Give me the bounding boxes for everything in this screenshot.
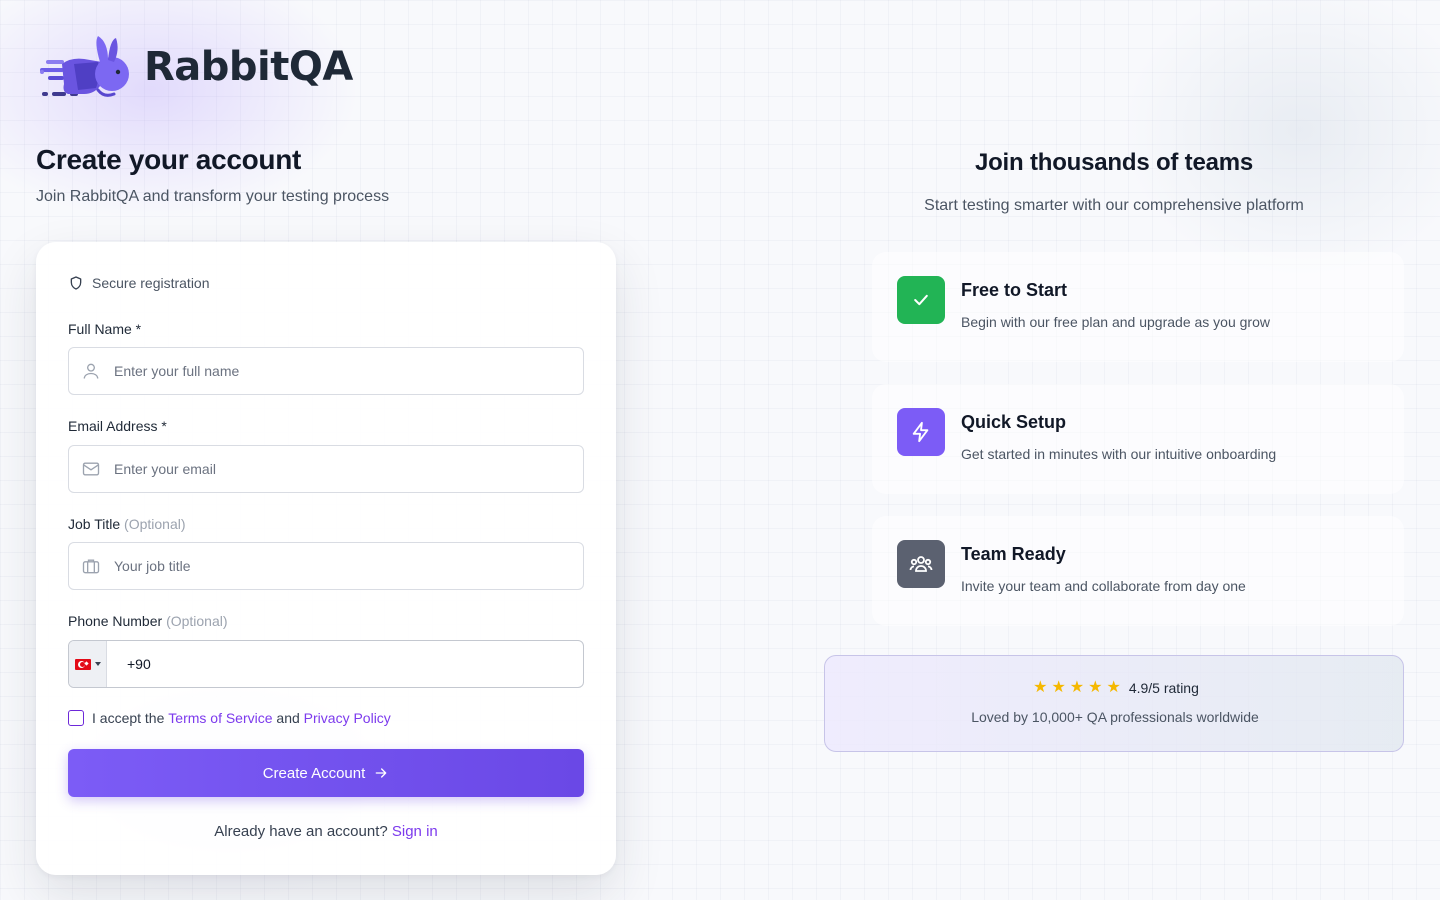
page-title: Create your account	[36, 144, 302, 175]
chevron-down-icon	[94, 662, 101, 666]
full-name-input[interactable]	[114, 363, 554, 379]
job-title-input[interactable]	[114, 558, 554, 574]
job-title-label-text: Job Title	[68, 516, 121, 532]
star-rating: ★ ★ ★ ★ ★	[1031, 680, 1123, 696]
brand-name: RabbitQA	[144, 44, 353, 90]
page-subtitle: Join RabbitQA and transform your testing…	[36, 188, 390, 205]
phone-field[interactable]	[68, 640, 584, 688]
rating-subtitle: Loved by 10,000+ QA professionals worldw…	[971, 709, 1259, 725]
sign-in-link[interactable]: Sign in	[392, 823, 438, 840]
secure-registration-badge: Secure registration	[68, 275, 210, 291]
feature-description: Invite your team and collaborate from da…	[961, 578, 1246, 594]
user-icon	[81, 361, 101, 381]
feature-card: Free to Start Begin with our free plan a…	[872, 252, 1404, 362]
team-icon	[897, 540, 945, 588]
job-title-field[interactable]	[68, 542, 584, 590]
country-selector[interactable]	[69, 641, 107, 687]
star-icon: ★	[1106, 679, 1121, 696]
mail-icon	[81, 459, 101, 479]
email-input[interactable]	[114, 461, 554, 477]
feature-description: Begin with our free plan and upgrade as …	[961, 314, 1270, 330]
arrow-right-icon	[373, 765, 389, 781]
terms-of-service-link[interactable]: Terms of Service	[168, 710, 272, 726]
signin-prompt: Already have an account?	[214, 823, 388, 840]
background-glow	[1120, 0, 1440, 280]
email-field[interactable]	[68, 445, 584, 493]
create-account-label: Create Account	[262, 764, 366, 782]
right-panel-title: Join thousands of teams	[974, 149, 1254, 176]
check-icon	[897, 276, 945, 324]
signin-row: Already have an account? Sign in	[36, 823, 616, 840]
rabbit-logo-icon	[40, 36, 129, 97]
brand-logo[interactable]: RabbitQA	[38, 34, 353, 100]
create-account-button[interactable]: Create Account	[68, 749, 584, 797]
full-name-field[interactable]	[68, 347, 584, 395]
phone-label: Phone Number (Optional)	[68, 613, 228, 629]
registration-card: Secure registration Full Name * Email Ad…	[36, 242, 616, 875]
email-label: Email Address *	[68, 418, 167, 434]
feature-card: Quick Setup Get started in minutes with …	[872, 384, 1404, 494]
privacy-policy-link[interactable]: Privacy Policy	[304, 710, 391, 726]
star-icon: ★	[1088, 679, 1103, 696]
phone-label-text: Phone Number	[68, 613, 163, 629]
terms-checkbox[interactable]	[68, 710, 84, 726]
full-name-label: Full Name *	[68, 321, 142, 337]
rating-card: ★ ★ ★ ★ ★ 4.9/5 rating Loved by 10,000+ …	[824, 655, 1404, 752]
rating-value: 4.9/5 rating	[1128, 680, 1199, 696]
rating-line: ★ ★ ★ ★ ★ 4.9/5 rating	[825, 680, 1405, 697]
optional-tag: (Optional)	[166, 613, 228, 629]
terms-prefix: I accept the	[92, 710, 165, 726]
feature-card: Team Ready Invite your team and collabor…	[872, 516, 1404, 626]
job-title-label: Job Title (Optional)	[68, 516, 186, 532]
terms-row: I accept the Terms of Service and Privac…	[68, 710, 391, 726]
secure-label: Secure registration	[92, 275, 210, 291]
star-icon: ★	[1051, 679, 1066, 696]
right-panel-subtitle: Start testing smarter with our comprehen…	[924, 197, 1304, 214]
star-icon: ★	[1069, 679, 1085, 696]
lightning-icon	[897, 408, 945, 456]
feature-title: Free to Start	[961, 280, 1068, 300]
feature-description: Get started in minutes with our intuitiv…	[961, 446, 1277, 462]
shield-icon	[68, 275, 84, 291]
turkey-flag-icon	[74, 658, 91, 670]
feature-title: Team Ready	[961, 544, 1066, 564]
briefcase-icon	[81, 556, 101, 576]
terms-and: and	[276, 710, 300, 726]
feature-title: Quick Setup	[961, 412, 1067, 432]
phone-input[interactable]	[127, 656, 567, 672]
star-icon: ★	[1033, 679, 1048, 696]
optional-tag: (Optional)	[124, 516, 186, 532]
background-glow	[0, 0, 360, 220]
